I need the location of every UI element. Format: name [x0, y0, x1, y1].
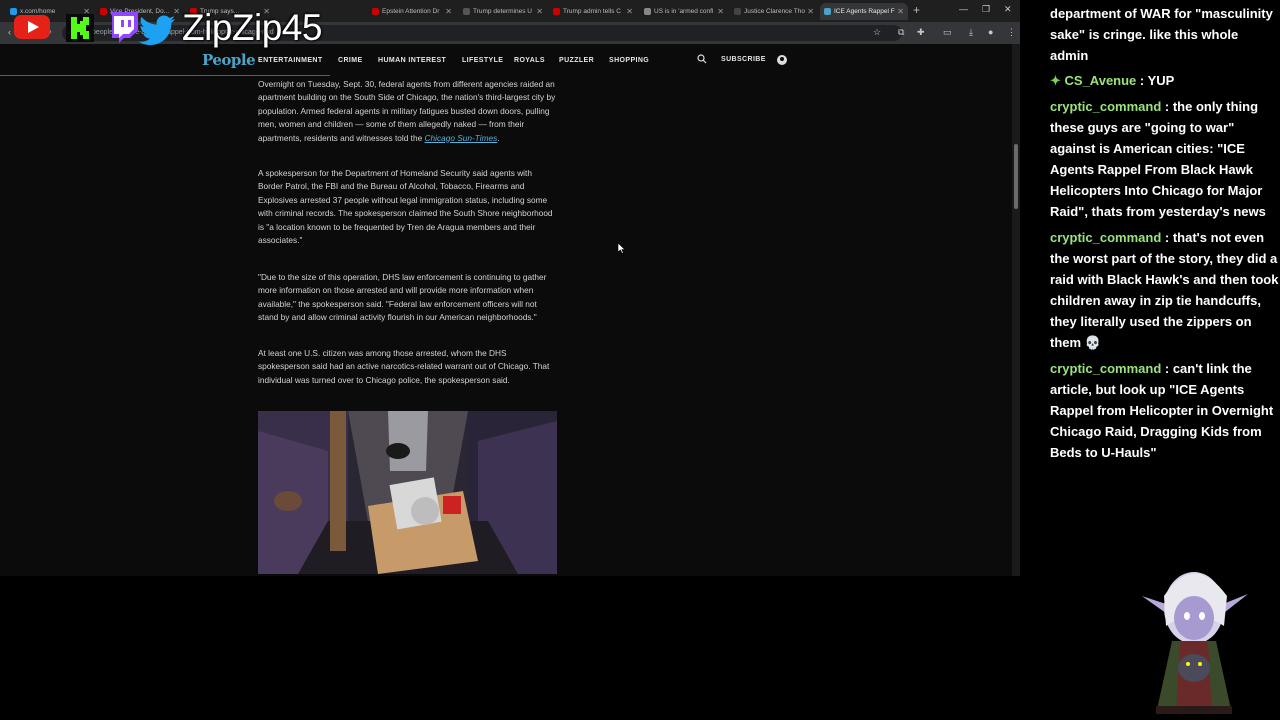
chat-message-text: that's not even the worst part of the st… [1050, 230, 1279, 350]
menu-icon[interactable]: ⋮ [1007, 27, 1016, 38]
people-logo[interactable]: People [202, 51, 256, 69]
tab-ice-agents[interactable]: ICE Agents Rappel F ✕ [820, 3, 908, 20]
article-paragraph-1: Overnight on Tuesday, Sept. 30, federal … [258, 79, 556, 143]
chat-panel: department of WAR for "masculinity sake"… [1044, 0, 1280, 470]
subscribe-button[interactable]: SUBSCRIBE [721, 56, 766, 63]
article-photo [258, 411, 557, 574]
close-icon[interactable]: ✕ [626, 3, 633, 20]
article-paragraph-4: At least one U.S. citizen was among thos… [258, 348, 550, 385]
tab-epstein[interactable]: Epstein Attention Dr ✕ [368, 3, 456, 20]
nav-shopping[interactable]: SHOPPING [609, 57, 649, 64]
tab-us-armed-conflict[interactable]: US is in 'armed confl ✕ [640, 3, 728, 20]
chat-username[interactable]: cryptic_command [1050, 99, 1161, 114]
streamer-avatar [1142, 572, 1248, 714]
page-scrollbar[interactable] [1012, 44, 1020, 576]
tab-title: Epstein Attention Dr [382, 8, 440, 15]
tab-title: Trump admin tells C [563, 8, 621, 15]
chat-message: cryptic_command : that's not even the wo… [1050, 230, 1279, 350]
tab-favicon [372, 8, 379, 15]
close-icon[interactable]: ✕ [717, 3, 724, 20]
sparkle-badge-icon: ✦ [1050, 73, 1065, 88]
mouse-cursor-icon [618, 243, 626, 254]
tab-favicon [824, 8, 831, 15]
tab-title: Trump determines U [473, 8, 532, 15]
close-icon[interactable]: ✕ [807, 3, 814, 20]
tab-favicon [553, 8, 560, 15]
tab-title: Justice Clarence Tho [744, 8, 805, 15]
chat-username[interactable]: CS_Avenue [1065, 73, 1137, 88]
tab-title: ICE Agents Rappel F [834, 8, 895, 15]
skull-emoji-icon: 💀 [1081, 335, 1101, 350]
puzzle-icon[interactable]: ✚ [917, 27, 925, 38]
close-icon[interactable]: ✕ [445, 3, 452, 20]
nav-lifestyle[interactable]: LIFESTYLE [462, 57, 503, 64]
profile-icon[interactable]: ● [988, 27, 993, 37]
close-icon[interactable]: ✕ [897, 3, 904, 20]
chat-message: cryptic_command : can't link the article… [1050, 361, 1274, 460]
chat-message: department of WAR for "masculinity sake"… [1050, 3, 1280, 66]
bookmark-star-icon[interactable]: ☆ [873, 27, 881, 38]
browser-window: x.com/home ✕ Vice President, Do... ✕ Trump… [0, 0, 1020, 576]
download-icon[interactable]: ⤓ [969, 27, 973, 38]
chat-message: ✦ CS_Avenue : YUP [1050, 73, 1175, 88]
nav-royals[interactable]: ROYALS [514, 57, 545, 64]
scroll-thumb[interactable] [1014, 144, 1018, 209]
chat-message: cryptic_command : the only thing these g… [1050, 99, 1266, 219]
tab-favicon [644, 8, 651, 15]
channel-name: ZipZip45 [182, 7, 322, 48]
tab-trump-admin[interactable]: Trump admin tells C ✕ [549, 3, 637, 20]
tab-trump-determines[interactable]: Trump determines U ✕ [459, 3, 547, 20]
tab-favicon [463, 8, 470, 15]
nav-puzzler[interactable]: PUZZLER [559, 57, 594, 64]
new-tab-icon[interactable]: + [913, 3, 920, 17]
chat-message-text: YUP [1147, 73, 1175, 88]
tab-favicon [734, 8, 741, 15]
sidebar-icon[interactable]: ▭ [943, 27, 952, 38]
chat-username[interactable]: cryptic_command [1050, 230, 1161, 245]
reading-progress-bar [0, 75, 330, 76]
search-icon[interactable] [697, 54, 707, 64]
nav-human-interest[interactable]: HUMAN INTEREST [378, 57, 446, 64]
chat-username[interactable]: cryptic_command [1050, 361, 1161, 376]
article-paragraph-3: "Due to the size of this operation, DHS … [258, 272, 547, 323]
nav-entertainment[interactable]: ENTERTAINMENT [258, 57, 323, 64]
account-icon[interactable] [777, 55, 787, 65]
maximize-icon[interactable]: ❐ [982, 4, 990, 15]
youtube-icon [14, 15, 50, 39]
tab-title: US is in 'armed confl [654, 8, 714, 15]
twitter-icon [139, 15, 175, 45]
close-icon[interactable]: ✕ [536, 3, 543, 20]
social-icons-overlay: ZipZip45 [8, 6, 348, 48]
chat-message-text: department of WAR for "masculinity sake"… [1050, 6, 1273, 63]
minimize-icon[interactable]: — [959, 4, 968, 14]
tab-clarence-thomas[interactable]: Justice Clarence Tho ✕ [730, 3, 818, 20]
nav-crime[interactable]: CRIME [338, 57, 363, 64]
extension-icon[interactable]: ⧉ [898, 27, 904, 38]
chicago-sun-times-link[interactable]: Chicago Sun-Times [425, 133, 498, 143]
window-close-icon[interactable]: ✕ [1004, 4, 1012, 15]
kick-icon [66, 14, 94, 42]
article-paragraph-2: A spokesperson for the Department of Hom… [258, 168, 553, 246]
site-header: People ENTERTAINMENT CRIME HUMAN INTERES… [0, 44, 1012, 77]
chat-message-text: the only thing these guys are "going to … [1050, 99, 1266, 219]
twitch-icon [110, 12, 138, 43]
